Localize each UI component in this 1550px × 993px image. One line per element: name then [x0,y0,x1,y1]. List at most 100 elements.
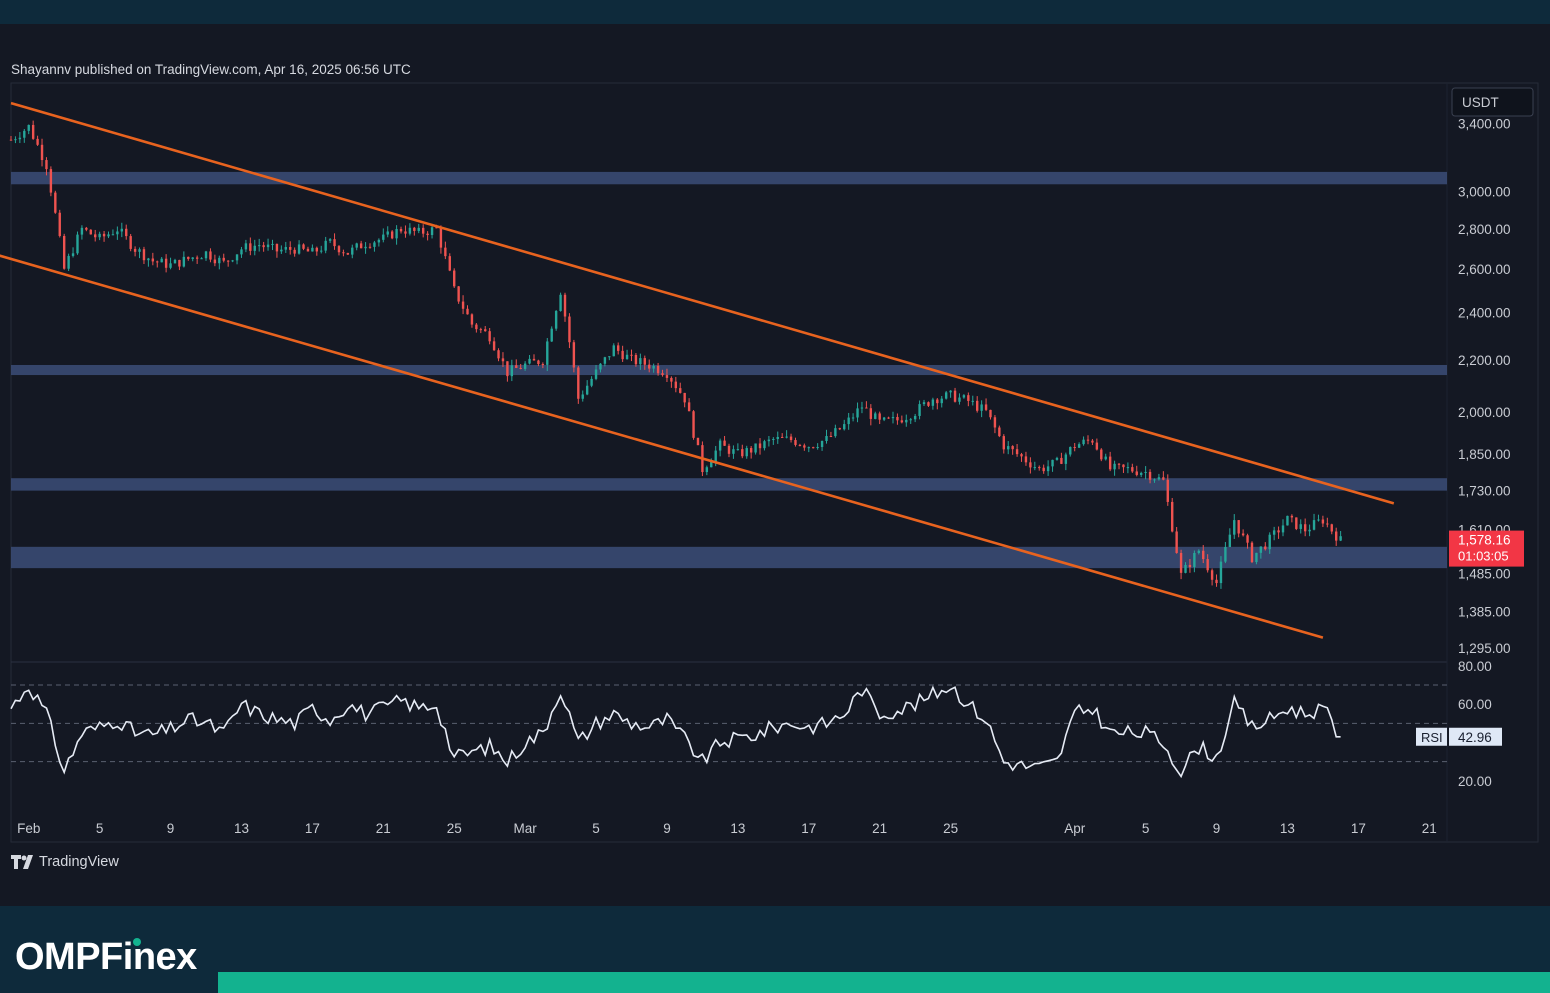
candle [439,225,443,254]
ompfinex-logo[interactable]: OMPFinex [15,936,197,979]
zone-3 [11,546,1447,569]
candle [1086,435,1090,445]
candle [1108,451,1112,472]
candle [874,411,877,420]
candle [14,136,17,144]
candle [1038,465,1041,471]
candle-body [679,388,682,393]
time-tick-label: Apr [1064,821,1086,836]
candle-body [324,240,327,251]
candle-body [1255,552,1258,563]
candle-body [643,358,646,365]
candle [958,393,961,405]
support-resistance-zones [11,171,1447,569]
candle-body [351,247,354,255]
candle [1029,457,1032,474]
candle-body [989,409,992,418]
candle-body [444,247,447,257]
candle [727,443,731,458]
candle-body [213,259,217,264]
candle [27,124,30,135]
candle [421,224,425,238]
candle [501,352,505,367]
candle [80,225,84,240]
candle [670,376,673,388]
price-tick-label: 1,295.00 [1458,641,1511,656]
candle [687,398,691,412]
candle-body [1334,531,1338,541]
candle [510,359,514,382]
candle-body [297,244,301,254]
candle [1117,463,1121,470]
candle [448,253,451,272]
candle [71,247,75,258]
candle [705,465,709,476]
candle [289,241,292,255]
candle [253,239,256,256]
candle [803,443,806,451]
candle [975,396,979,413]
candle [980,400,983,418]
candle-body [280,249,283,252]
candle [426,231,429,241]
candle-body [648,364,651,369]
candle [497,348,500,362]
candle [931,397,935,410]
candle-body [31,124,35,139]
candle-body [116,231,119,235]
candle [293,247,296,257]
candle [147,257,150,267]
candle-body [767,439,771,442]
candle-body [599,363,602,370]
candle [829,431,833,438]
currency-badge[interactable]: USDT [1451,87,1534,117]
candle-body [630,354,633,356]
chart-canvas[interactable]: 3,400.00 3,000.00 2,800.00 2,600.00 2,400.00… [0,0,1550,906]
candle [1321,515,1325,528]
candle [998,425,1001,438]
candle [882,416,886,422]
candle-body [1237,520,1240,534]
candle-body [1113,463,1116,470]
candle-body [54,192,57,213]
candle-body [488,331,491,342]
candle [1179,549,1183,580]
candle [1024,451,1028,466]
candle [142,246,146,265]
candle-body [798,444,802,446]
candle [1011,445,1014,455]
candle-body [430,227,434,236]
candle [85,226,88,232]
candle-body [187,256,190,259]
candle [736,443,740,451]
candle [54,190,57,214]
tradingview-logo[interactable]: TradingView [11,854,119,870]
candle-body [554,310,558,329]
candle-body [1077,444,1081,448]
candle [984,398,988,412]
candle-body [1179,552,1183,573]
candle-body [741,449,744,457]
last-price-value: 1,578.16 [1458,533,1511,548]
candle-body [1117,463,1121,465]
time-tick-label: 13 [1280,821,1295,836]
candle-body [927,402,930,406]
candle [718,438,722,457]
candle [1033,461,1037,471]
candle-body [9,139,13,141]
candle [1046,460,1050,476]
candle [1246,533,1249,549]
candle [138,247,141,259]
candle [550,326,553,342]
candle-body [1210,570,1214,580]
candle-body [448,256,451,271]
candle [1015,443,1019,457]
channel-lower-line [0,254,1324,639]
candle-body [1326,523,1329,525]
candle [772,437,775,445]
candle [182,251,186,268]
candle [993,415,997,434]
candle-body [869,408,873,419]
candle-body [1038,467,1041,469]
candle [244,239,248,253]
